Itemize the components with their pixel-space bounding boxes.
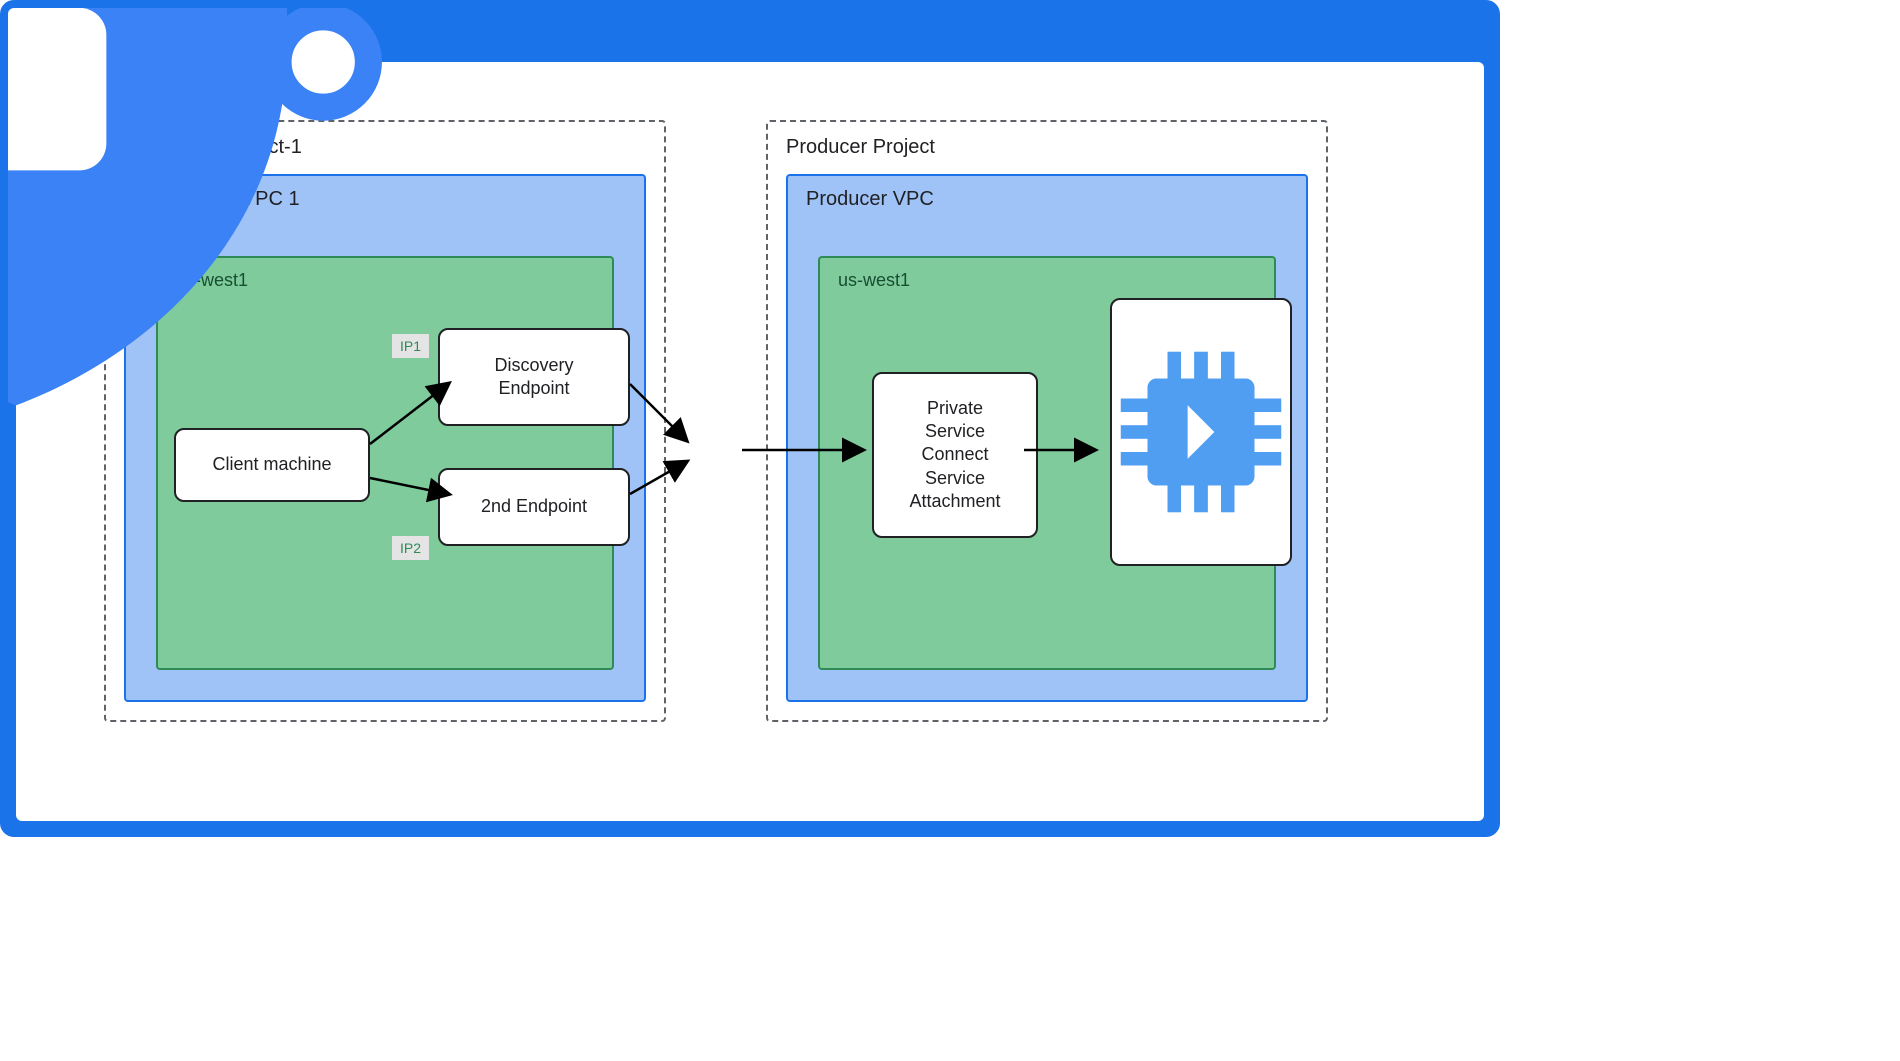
google-cloud-frame: Google Cloud Consumer Project-1 Consumer… <box>0 0 1500 837</box>
memorystore-node: Memorystore for Valkey <box>1110 298 1292 566</box>
psc-attachment-label: Private Service Connect Service Attachme… <box>909 397 1000 514</box>
second-endpoint-label: 2nd Endpoint <box>481 495 587 518</box>
second-endpoint-node: 2nd Endpoint <box>438 468 630 546</box>
producer-project-label: Producer Project <box>786 136 935 159</box>
producer-region-label: us-west1 <box>838 270 910 291</box>
producer-vpc-label: Producer VPC <box>806 188 934 211</box>
brand-cloud: Cloud <box>124 20 192 51</box>
psc-attachment-node: Private Service Connect Service Attachme… <box>872 372 1038 538</box>
consumer-project-label: Consumer Project-1 <box>124 136 302 159</box>
producer-vpc: Producer VPC us-west1 Private Service Co… <box>786 174 1308 702</box>
header: Google Cloud <box>8 8 1492 62</box>
client-machine-label: Client machine <box>212 453 331 476</box>
memorystore-label: Memorystore for Valkey <box>1148 403 1255 447</box>
consumer-region: us-west1 Client machine IP1 Discovery En… <box>156 256 614 670</box>
discovery-endpoint-node: Discovery Endpoint <box>438 328 630 426</box>
diagram-canvas: Consumer Project-1 Consumer VPC 1 us-wes… <box>16 62 1484 821</box>
consumer-vpc-label: Consumer VPC 1 <box>144 188 300 211</box>
producer-project: Producer Project Producer VPC us-west1 P… <box>766 120 1328 722</box>
ip1-tag: IP1 <box>392 334 429 358</box>
consumer-region-label: us-west1 <box>176 270 248 291</box>
client-machine-node: Client machine <box>174 428 370 502</box>
ip2-tag: IP2 <box>392 536 429 560</box>
discovery-endpoint-label: Discovery Endpoint <box>494 354 573 401</box>
consumer-project: Consumer Project-1 Consumer VPC 1 us-wes… <box>104 120 666 722</box>
brand-google: Google <box>28 20 118 51</box>
consumer-vpc: Consumer VPC 1 us-west1 Client machine I… <box>124 174 646 702</box>
producer-region: us-west1 Private Service Connect Service… <box>818 256 1276 670</box>
